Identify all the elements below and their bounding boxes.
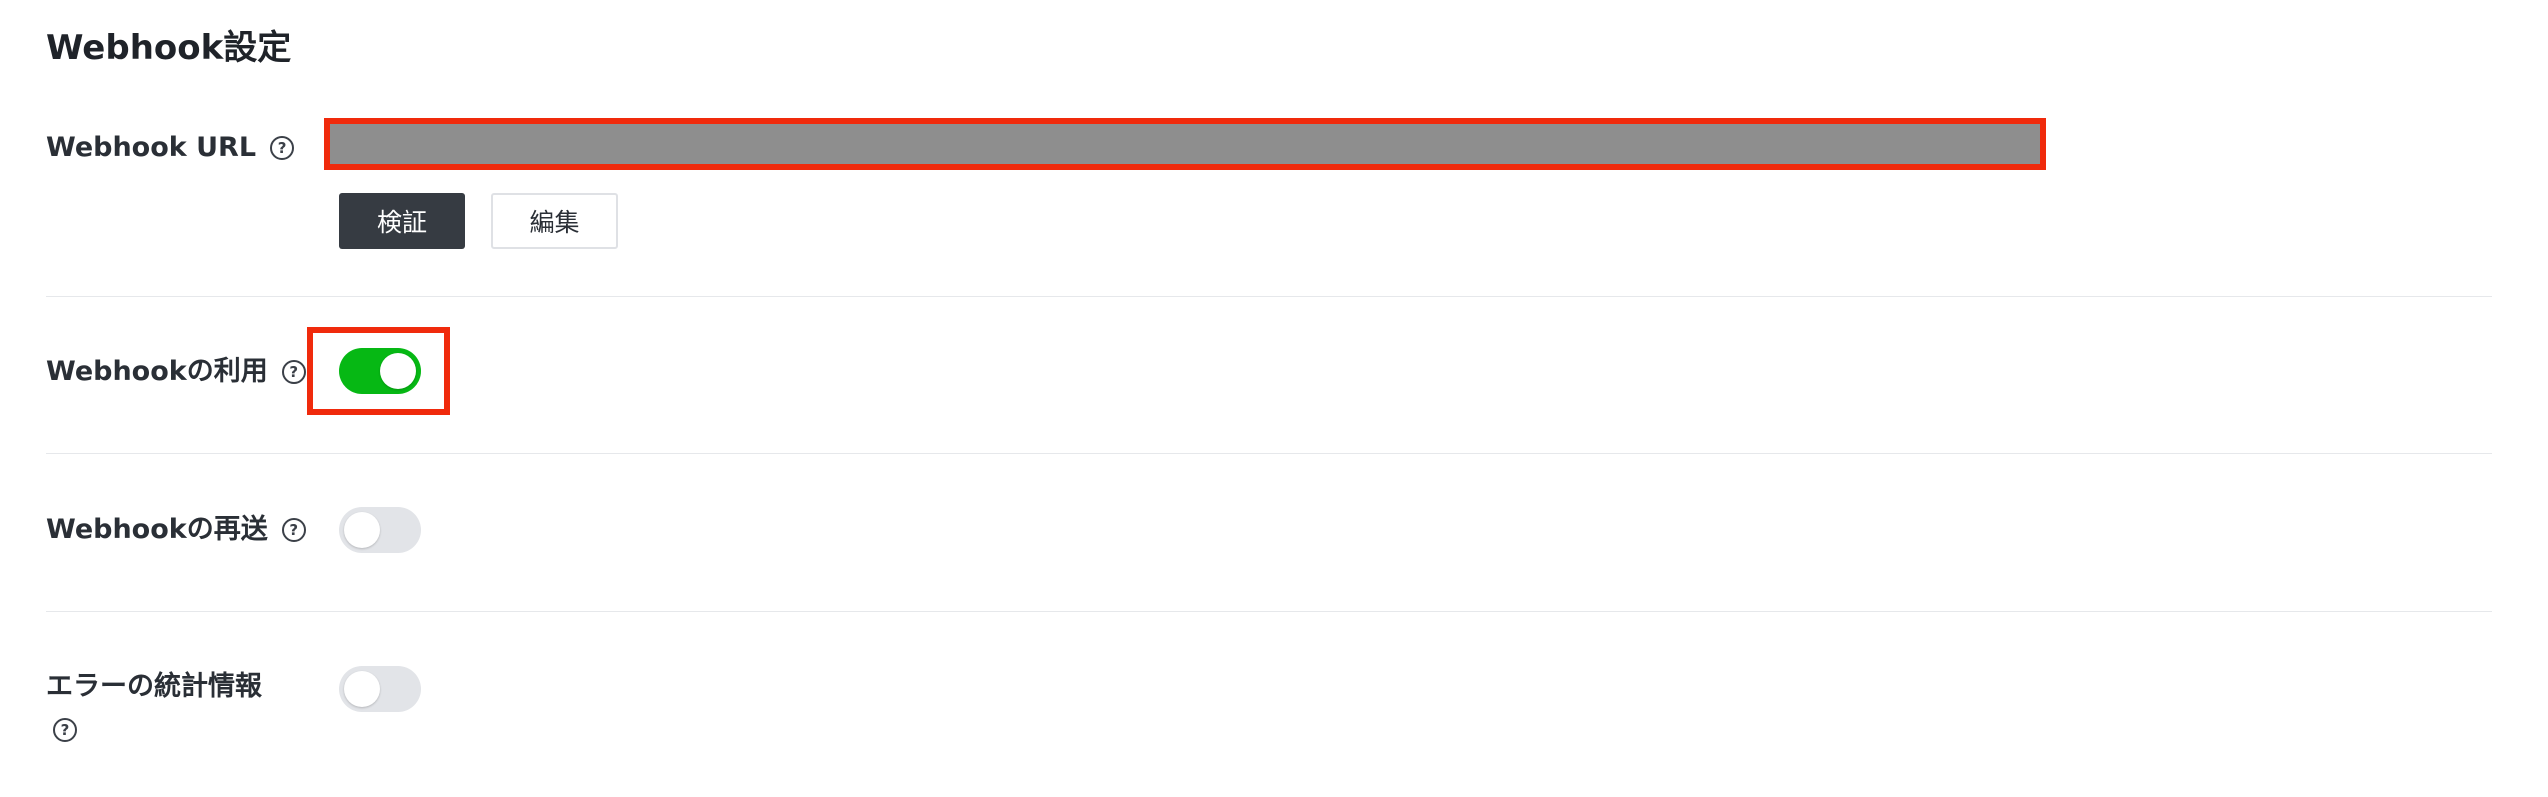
divider: [46, 296, 2492, 297]
redelivery-label: Webhookの再送: [46, 514, 268, 545]
error-stats-label-group: エラーの統計情報: [46, 667, 262, 707]
webhook-url-label: Webhook URL: [46, 132, 257, 163]
page-title: Webhook設定: [46, 28, 292, 68]
error-stats-label: エラーの統計情報: [46, 671, 262, 702]
highlight-box: [307, 327, 450, 415]
edit-button[interactable]: 編集: [491, 193, 618, 249]
question-circle-icon[interactable]: ?: [281, 360, 306, 384]
question-circle-icon[interactable]: ?: [281, 518, 306, 542]
error-stats-toggle[interactable]: [339, 666, 421, 712]
redelivery-label-group: Webhookの再送 ?: [46, 510, 306, 550]
webhook-url-label-group: Webhook URL ?: [46, 128, 295, 168]
webhook-settings-page: Webhook設定 Webhook URL ? 検証 編集 Webhookの利用…: [0, 0, 2548, 797]
question-circle-icon[interactable]: ?: [270, 136, 295, 160]
use-webhook-label: Webhookの利用: [46, 356, 268, 387]
toggle-knob: [344, 512, 380, 548]
divider: [46, 453, 2492, 454]
question-circle-icon[interactable]: ?: [53, 718, 77, 742]
webhook-url-field[interactable]: [324, 118, 2046, 170]
verify-button[interactable]: 検証: [339, 193, 465, 249]
toggle-knob: [344, 671, 380, 707]
divider: [46, 611, 2492, 612]
use-webhook-label-group: Webhookの利用 ?: [46, 352, 306, 392]
redelivery-toggle[interactable]: [339, 507, 421, 553]
